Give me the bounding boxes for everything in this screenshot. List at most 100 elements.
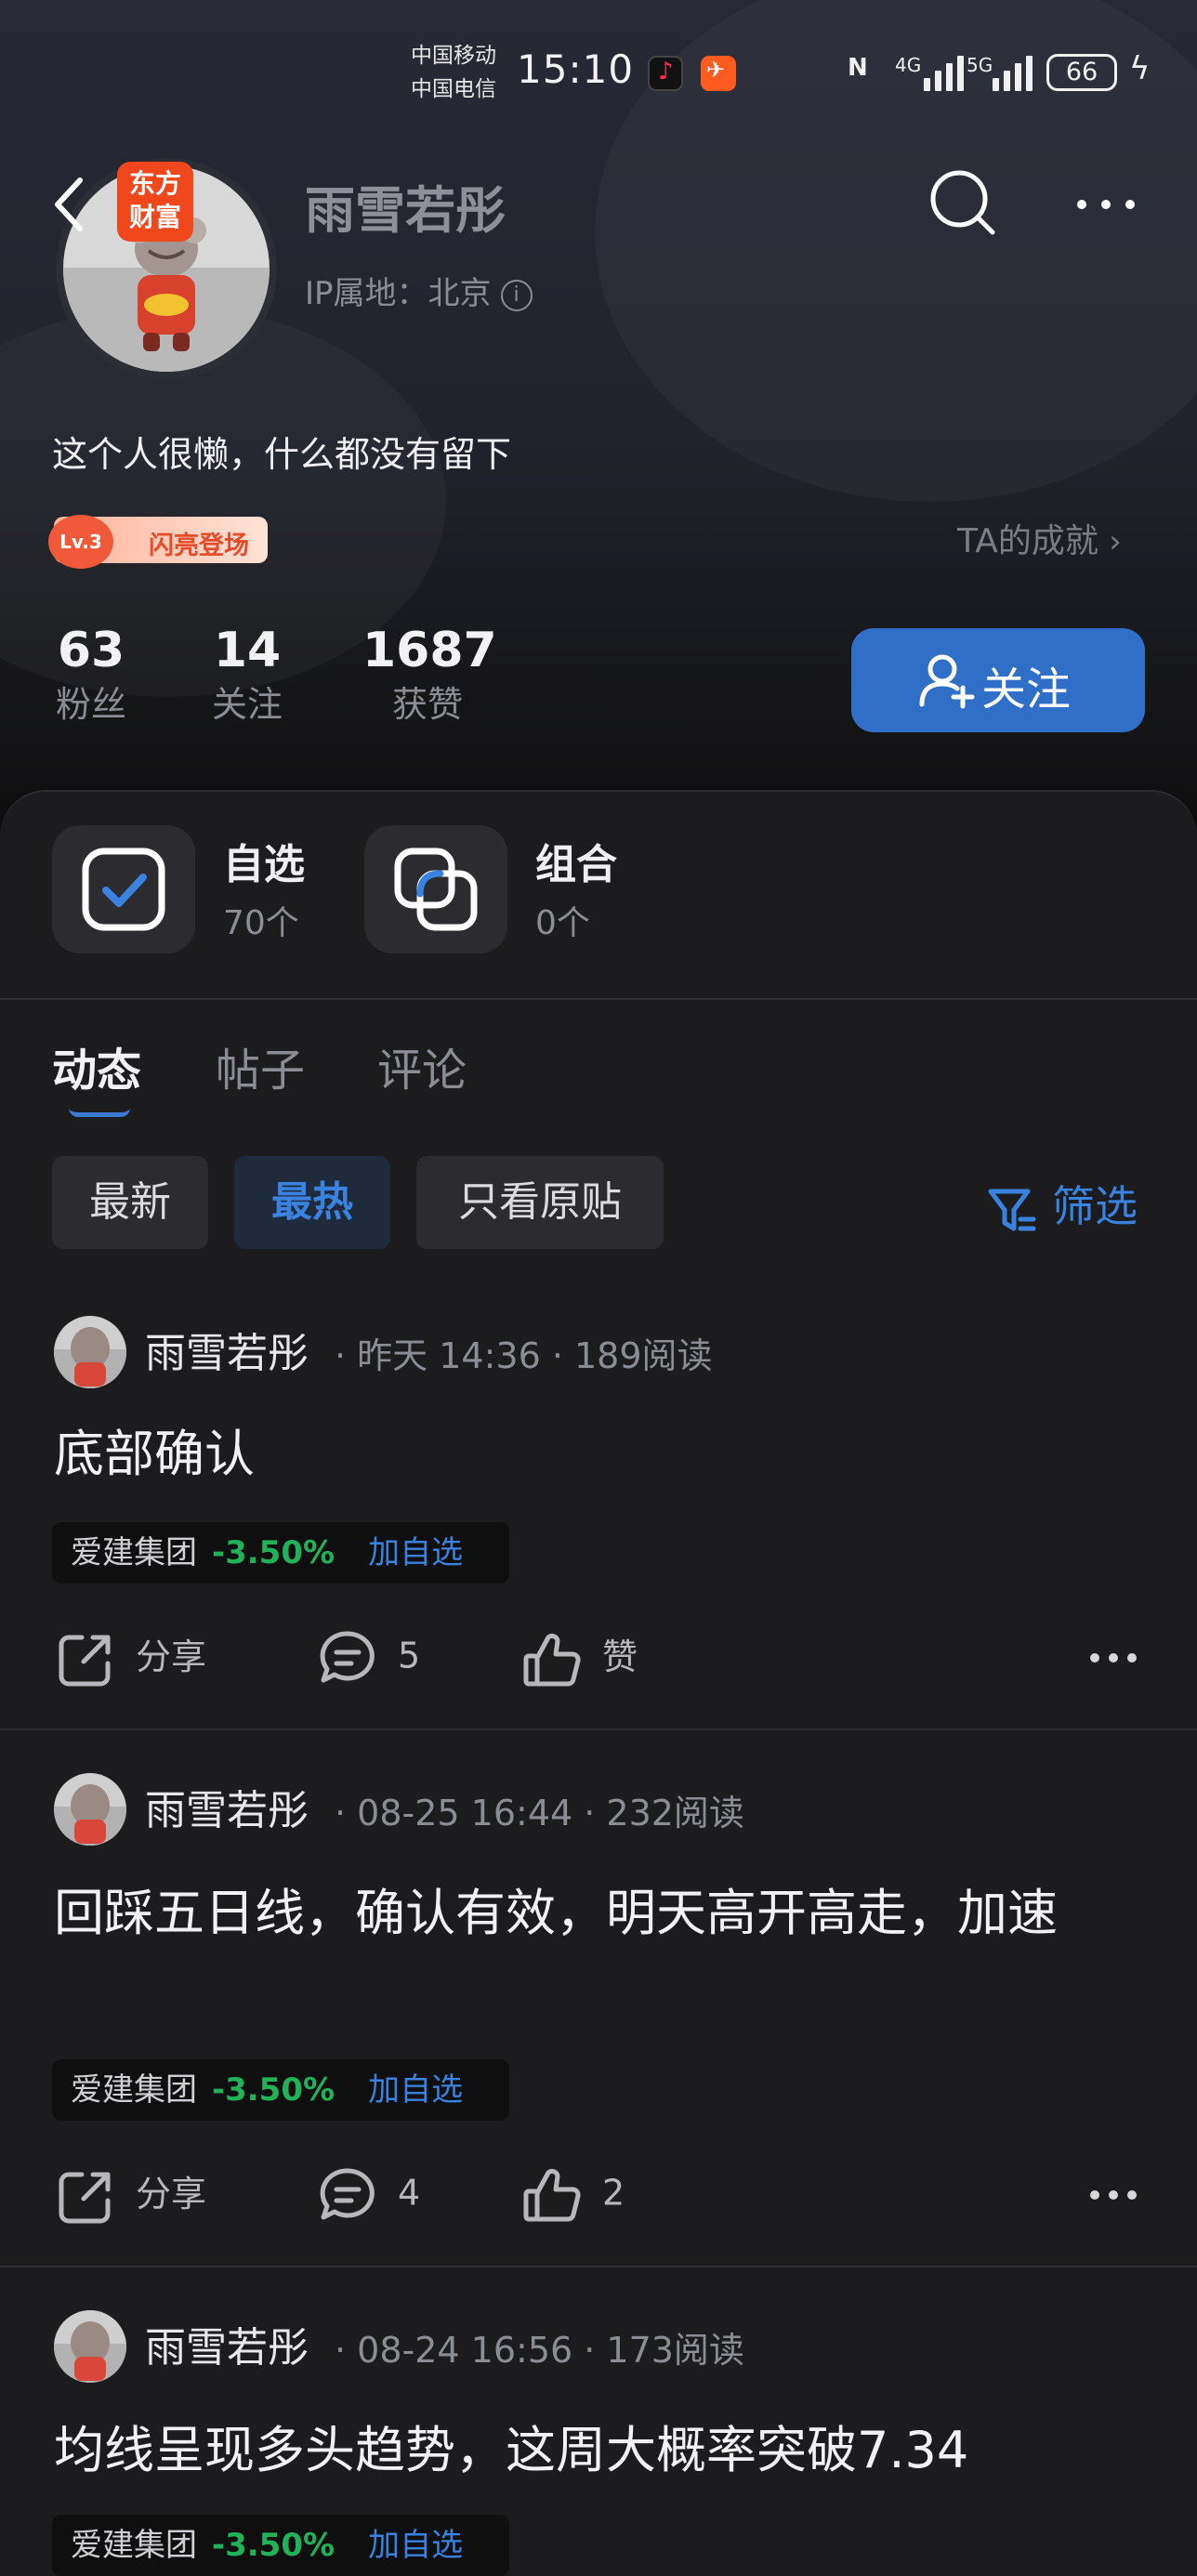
share-button[interactable]: 分享 (56, 2165, 206, 2227)
like-button[interactable]: 2 (522, 2165, 625, 2225)
tab-comments[interactable]: 评论 (377, 1033, 467, 1098)
carrier-2: 中国电信 (411, 77, 496, 101)
message-notification-icon (701, 56, 736, 91)
combo-icon (394, 848, 478, 931)
stat-likes-count: 1687 (362, 623, 497, 678)
network-type-4g: 4G (895, 54, 922, 76)
post-meta: · 08-24 16:56 · 173阅读 (335, 2330, 744, 2371)
stock-tag[interactable]: 爱建集团 -3.50% 加自选 (52, 1522, 509, 1584)
comment-button[interactable]: 5 (318, 1628, 420, 1688)
stock-name: 爱建集团 (71, 1534, 197, 1571)
clock: 15:10 (517, 46, 635, 92)
post-divider (0, 2266, 1197, 2267)
post-meta: · 昨天 14:36 · 189阅读 (335, 1335, 713, 1376)
checkbox-icon (82, 848, 165, 931)
divider (0, 998, 1197, 1000)
portfolio-icon-box (364, 825, 507, 953)
add-to-watchlist-button[interactable]: 加自选 (368, 2527, 463, 2564)
stat-following-count: 14 (213, 623, 282, 678)
info-icon[interactable]: i (500, 279, 533, 311)
charging-icon: ϟ (1129, 50, 1151, 87)
more-dots-icon (1077, 200, 1135, 209)
avatar[interactable] (54, 2310, 126, 2383)
chip-hottest[interactable]: 最热 (234, 1156, 390, 1249)
avatar[interactable] (54, 1316, 126, 1388)
post-text[interactable]: 底部确认 (54, 1416, 1151, 1492)
search-button[interactable] (926, 165, 1000, 240)
carrier-labels: 中国移动 中国电信 (411, 39, 496, 106)
tab-activity[interactable]: 动态 (52, 1033, 141, 1098)
thumbs-up-icon (523, 2168, 581, 2222)
chevron-left-icon (55, 177, 83, 231)
stock-tag[interactable]: 爱建集团 -3.50% 加自选 (52, 2515, 509, 2576)
post-text[interactable]: 均线呈现多头趋势，这周大概率突破7.34 (54, 2412, 1151, 2489)
more-dots-icon (1090, 1653, 1137, 1663)
add-user-icon (919, 654, 975, 709)
filter-label: 筛选 (1052, 1181, 1138, 1231)
stat-likes[interactable]: 1687 获赞 (362, 621, 497, 729)
stat-fans-label: 粉丝 (55, 684, 126, 725)
post-more-button[interactable] (1085, 1649, 1141, 1667)
portfolio-title: 组合 (535, 841, 617, 888)
post-author-name[interactable]: 雨雪若彤 (145, 2314, 309, 2373)
back-button[interactable] (48, 167, 95, 242)
stat-fans-count: 63 (57, 623, 125, 678)
chevron-right-icon: › (1109, 523, 1122, 560)
thumbs-up-icon (523, 1633, 581, 1686)
status-bar: 中国移动 中国电信 15:10 N 4G 5G 66 ϟ (0, 0, 1197, 149)
filter-icon (988, 1189, 1036, 1230)
stock-tag[interactable]: 爱建集团 -3.50% 加自选 (52, 2059, 509, 2121)
stock-name: 爱建集团 (71, 2071, 197, 2109)
post-divider (0, 1728, 1197, 1730)
chip-original-only[interactable]: 只看原贴 (416, 1156, 664, 1249)
share-label: 分享 (136, 2174, 207, 2215)
follow-button[interactable]: 关注 (851, 628, 1145, 732)
share-icon (59, 1635, 111, 1686)
stat-likes-label: 获赞 (391, 684, 463, 725)
profile-username: 雨雪若彤 (305, 181, 506, 240)
level-number: Lv.3 (48, 515, 113, 569)
tiktok-notification-icon (648, 56, 683, 91)
filter-button[interactable]: 筛选 (985, 1173, 1138, 1236)
stock-change: -3.50% (212, 1534, 335, 1571)
achievements-link[interactable]: TA的成就 › (957, 514, 1122, 562)
comment-icon (320, 1631, 375, 1683)
tab-active-indicator (69, 1108, 130, 1117)
ip-location: IP属地：北京 i (305, 268, 533, 313)
like-button[interactable]: 赞 (522, 1628, 638, 1689)
avatar[interactable] (54, 1773, 126, 1846)
ip-location-text: IP属地：北京 (305, 275, 492, 312)
post-more-button[interactable] (1085, 2186, 1141, 2204)
post-text[interactable]: 回踩五日线，确认有效，明天高开高走，加速 (54, 1875, 1151, 1952)
tab-posts[interactable]: 帖子 (216, 1033, 305, 1098)
like-count: 赞 (602, 1636, 638, 1677)
post-author-name[interactable]: 雨雪若彤 (145, 1777, 309, 1836)
add-to-watchlist-button[interactable]: 加自选 (368, 2071, 463, 2109)
level-title: 闪亮登场 (149, 532, 249, 560)
comment-button[interactable]: 4 (318, 2165, 420, 2225)
stat-following-label: 关注 (211, 684, 283, 725)
stat-fans[interactable]: 63 粉丝 (52, 621, 130, 729)
search-icon (930, 170, 995, 235)
post-author-name[interactable]: 雨雪若彤 (145, 1320, 309, 1379)
share-icon (59, 2172, 111, 2223)
comment-icon (320, 2168, 375, 2220)
stock-change: -3.50% (212, 2527, 335, 2564)
share-button[interactable]: 分享 (56, 1628, 206, 1689)
level-badge[interactable]: Lv.3 闪亮登场 (48, 515, 268, 569)
watchlist-icon-box (52, 825, 195, 953)
stat-following[interactable]: 14 关注 (206, 621, 288, 729)
brand-logo: 东方财富 (117, 162, 193, 242)
watchlist-title: 自选 (223, 841, 305, 888)
signal-5g-icon (989, 54, 1041, 91)
comment-count: 5 (398, 1635, 421, 1676)
watchlist-count: 70个 (223, 904, 299, 942)
chip-latest[interactable]: 最新 (52, 1156, 208, 1249)
profile-bio: 这个人很懒，什么都没有留下 (52, 434, 512, 475)
add-to-watchlist-button[interactable]: 加自选 (368, 1534, 463, 1571)
post-meta: · 08-25 16:44 · 232阅读 (335, 1793, 744, 1833)
portfolio-count: 0个 (535, 904, 590, 942)
stock-change: -3.50% (212, 2071, 335, 2109)
more-options-button[interactable] (1069, 186, 1143, 223)
battery-indicator: 66 (1046, 54, 1117, 91)
